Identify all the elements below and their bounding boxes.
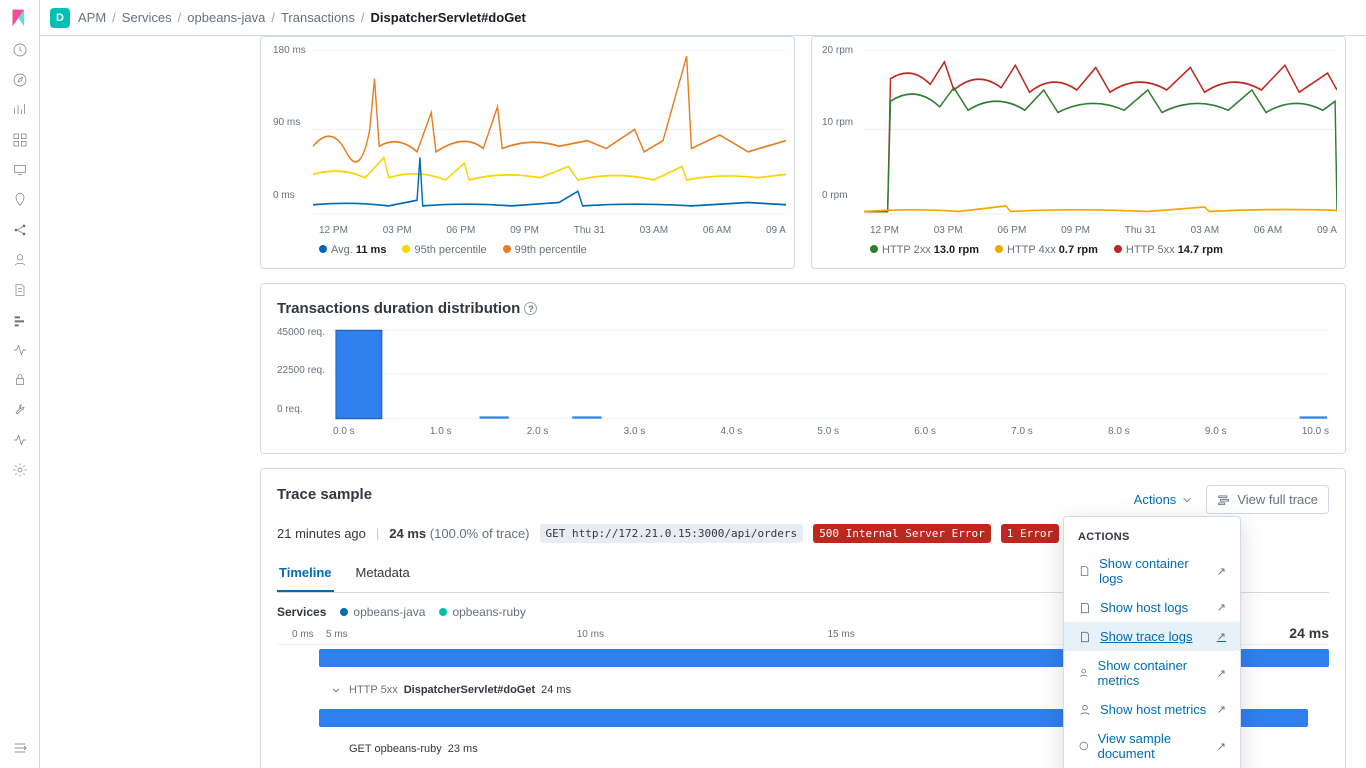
nav-collapse-icon[interactable] (12, 740, 28, 756)
action-host-logs[interactable]: Show host logs↗ (1064, 593, 1240, 622)
breadcrumb-current: DispatcherServlet#doGet (371, 10, 526, 25)
distribution-chart[interactable]: 45000 req. 22500 req. 0 req. (277, 327, 1329, 422)
distribution-title: Transactions duration distribution? (277, 300, 1329, 317)
y-tick: 20 rpm (822, 45, 853, 56)
dist-x-axis: 0.0 s1.0 s2.0 s3.0 s4.0 s5.0 s6.0 s7.0 s… (277, 426, 1329, 437)
logs-icon (1078, 564, 1091, 578)
y-tick: 10 rpm (822, 117, 853, 128)
rpm-legend: HTTP 2xx 13.0 rpm HTTP 4xx 0.7 rpm HTTP … (820, 244, 1337, 256)
actions-popover: ACTIONS Show container logs↗ Show host l… (1063, 516, 1241, 768)
x-axis: 12 PM03 PM06 PM09 PMThu 3103 AM06 AM09 A (820, 225, 1337, 236)
trace-duration: 24 ms (100.0% of trace) (389, 526, 529, 541)
nav-management-icon[interactable] (12, 462, 28, 478)
rpm-chart-panel: 20 rpm 10 rpm 0 rpm 12 PM0 (811, 36, 1346, 269)
breadcrumb-service-name[interactable]: opbeans-java (187, 10, 265, 25)
external-icon: ↗ (1217, 740, 1226, 753)
x-axis: 12 PM03 PM06 PM09 PMThu 3103 AM06 AM09 A (269, 225, 786, 236)
document-icon (1078, 739, 1090, 753)
nav-siem-icon[interactable] (12, 372, 28, 388)
top-bar: D APM/ Services/ opbeans-java/ Transacti… (40, 0, 1366, 36)
nav-canvas-icon[interactable] (12, 162, 28, 178)
nav-maps-icon[interactable] (12, 192, 28, 208)
trace-icon (1217, 493, 1231, 507)
space-badge[interactable]: D (50, 8, 70, 28)
kibana-logo-icon (10, 8, 30, 28)
logs-icon (1078, 630, 1092, 644)
duration-chart[interactable]: 180 ms 90 ms 0 ms (269, 45, 786, 225)
y-tick: 0 ms (273, 190, 295, 201)
actions-dropdown[interactable]: Actions (1134, 492, 1195, 507)
trace-url: GET http://172.21.0.15:3000/api/orders (540, 524, 804, 543)
nav-dashboard-icon[interactable] (12, 132, 28, 148)
help-tooltip-icon[interactable]: ? (524, 302, 537, 315)
nav-monitoring-icon[interactable] (12, 432, 28, 448)
nav-recent-icon[interactable] (12, 42, 28, 58)
http-error-badge: 500 Internal Server Error (813, 524, 991, 543)
breadcrumb-apm[interactable]: APM (78, 10, 106, 25)
tab-metadata[interactable]: Metadata (354, 555, 412, 592)
action-container-metrics[interactable]: Show container metrics↗ (1064, 651, 1240, 695)
breadcrumb-services[interactable]: Services (122, 10, 172, 25)
nav-infra-icon[interactable] (12, 252, 28, 268)
external-icon: ↗ (1217, 565, 1226, 578)
logs-icon (1078, 601, 1092, 615)
chevron-down-icon (1180, 493, 1194, 507)
nav-apm-icon[interactable] (12, 312, 28, 328)
side-nav (0, 0, 40, 768)
trace-title: Trace sample (277, 486, 372, 503)
duration-chart-panel: 180 ms 90 ms 0 ms 12 PM03 (260, 36, 795, 269)
action-container-logs[interactable]: Show container logs↗ (1064, 549, 1240, 593)
nav-logs-icon[interactable] (12, 282, 28, 298)
breadcrumbs: APM/ Services/ opbeans-java/ Transaction… (78, 10, 526, 25)
timeline-total: 24 ms (1289, 625, 1329, 641)
content-area: 180 ms 90 ms 0 ms 12 PM03 (40, 36, 1366, 768)
action-trace-logs[interactable]: Show trace logs↗ (1064, 622, 1240, 651)
nav-devtools-icon[interactable] (12, 402, 28, 418)
y-tick: 90 ms (273, 117, 300, 128)
view-full-trace-button[interactable]: View full trace (1206, 485, 1329, 514)
error-count-badge[interactable]: 1 Error (1001, 524, 1059, 543)
nav-visualize-icon[interactable] (12, 102, 28, 118)
distribution-panel: Transactions duration distribution? 4500… (260, 283, 1346, 454)
metrics-icon (1078, 666, 1090, 680)
breadcrumb-transactions[interactable]: Transactions (281, 10, 355, 25)
nav-ml-icon[interactable] (12, 222, 28, 238)
external-icon: ↗ (1217, 630, 1226, 643)
popover-title: ACTIONS (1064, 525, 1240, 549)
external-icon: ↗ (1217, 601, 1226, 614)
action-sample-document[interactable]: View sample document↗ (1064, 724, 1240, 768)
tab-timeline[interactable]: Timeline (277, 555, 334, 592)
duration-legend: Avg. 11 ms 95th percentile 99th percenti… (269, 244, 786, 256)
expand-icon[interactable] (329, 683, 343, 697)
external-icon: ↗ (1217, 703, 1226, 716)
trace-timestamp: 21 minutes ago (277, 526, 366, 541)
y-tick: 0 rpm (822, 190, 848, 201)
metrics-icon (1078, 703, 1092, 717)
y-tick: 180 ms (273, 45, 306, 56)
external-icon: ↗ (1217, 667, 1226, 680)
rpm-chart[interactable]: 20 rpm 10 rpm 0 rpm (820, 45, 1337, 225)
nav-discover-icon[interactable] (12, 72, 28, 88)
nav-uptime-icon[interactable] (12, 342, 28, 358)
action-host-metrics[interactable]: Show host metrics↗ (1064, 695, 1240, 724)
